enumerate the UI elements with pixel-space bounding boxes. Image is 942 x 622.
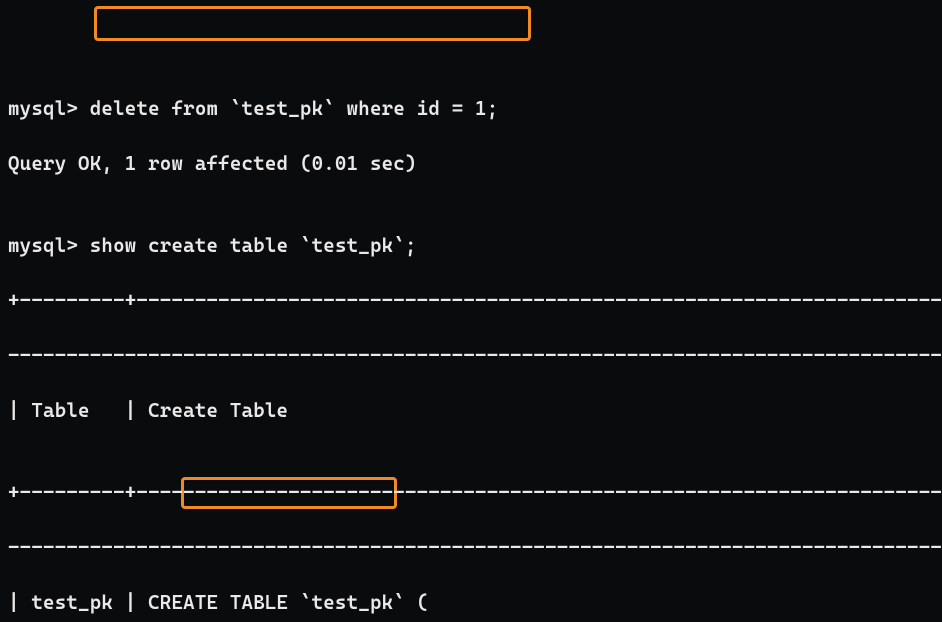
- terminal-line: Query OK, 1 row affected (0.01 sec): [8, 150, 934, 177]
- highlight-box-delete-command: [94, 6, 531, 41]
- terminal-line: mysql> delete from `test_pk` where id = …: [8, 95, 934, 122]
- command-text: delete from `test_pk` where id = 1;: [90, 97, 499, 120]
- terminal-line: ----------------------------------------…: [8, 342, 934, 369]
- mysql-prompt: mysql>: [8, 234, 78, 257]
- terminal-line: +---------+-----------------------------…: [8, 479, 934, 506]
- terminal-output: mysql> delete from `test_pk` where id = …: [0, 0, 942, 622]
- mysql-prompt: mysql>: [8, 97, 78, 120]
- terminal-line: +---------+-----------------------------…: [8, 287, 934, 314]
- terminal-line: mysql> show create table `test_pk`;: [8, 232, 934, 259]
- terminal-line: | test_pk | CREATE TABLE `test_pk` (: [8, 589, 934, 616]
- command-text: show create table `test_pk`;: [90, 234, 417, 257]
- terminal-line: | Table | Create Table: [8, 397, 934, 424]
- terminal-line: ----------------------------------------…: [8, 534, 934, 561]
